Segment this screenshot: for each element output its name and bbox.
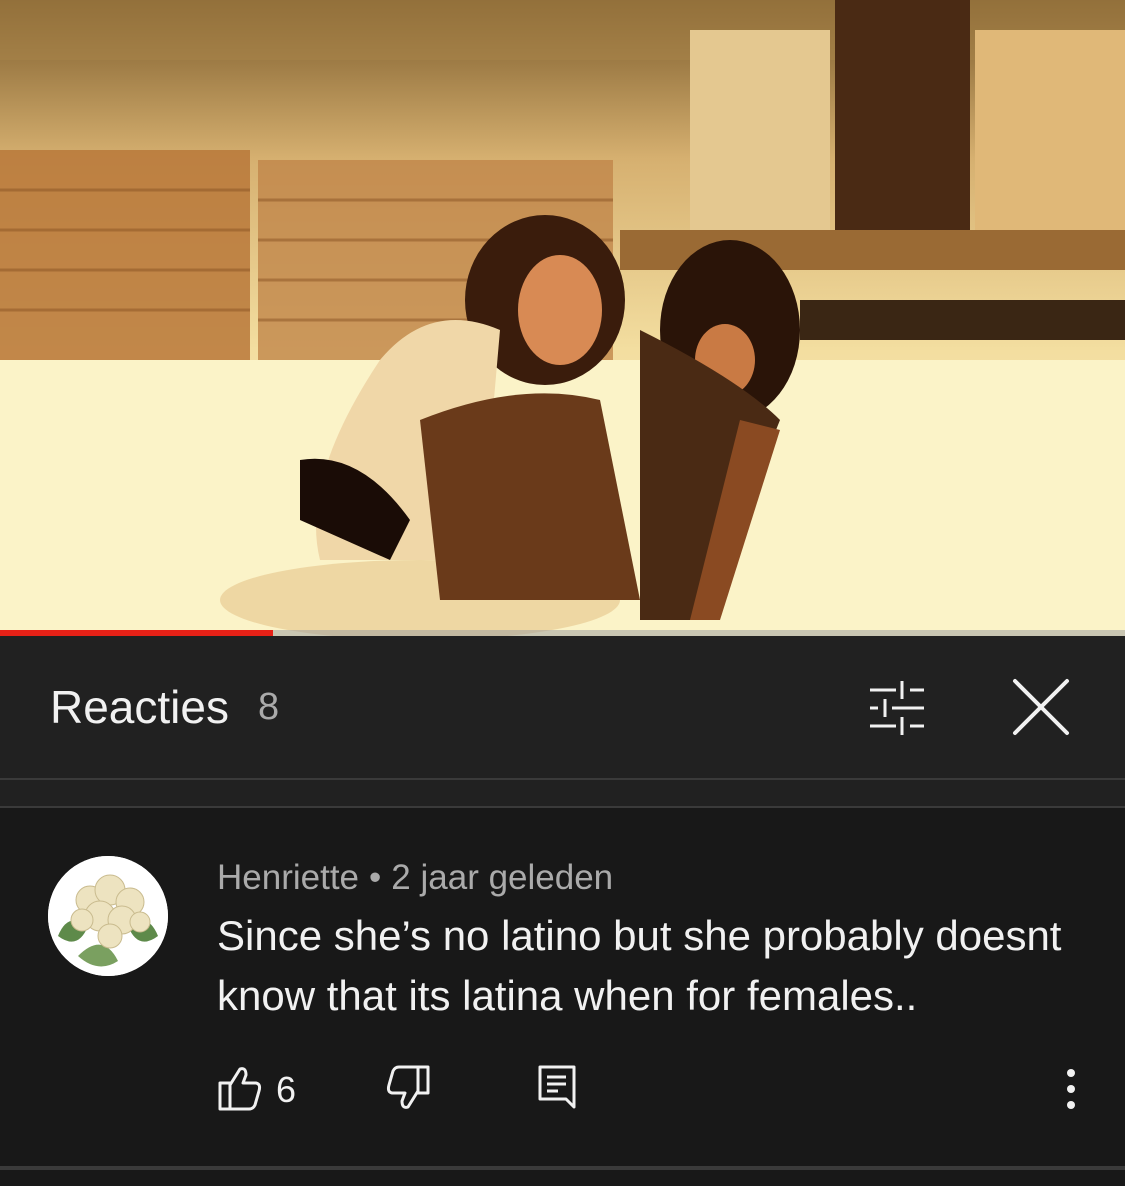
more-options-button[interactable] xyxy=(1056,1065,1086,1115)
video-frame xyxy=(0,0,1125,636)
close-icon xyxy=(1013,679,1069,735)
reply-button[interactable] xyxy=(536,1063,580,1113)
cauliflower-avatar xyxy=(48,856,168,976)
comment-meta: Henriette • 2 jaar geleden xyxy=(217,858,613,898)
more-vert-icon xyxy=(1067,1069,1075,1109)
like-button[interactable] xyxy=(216,1063,264,1113)
comments-count: 8 xyxy=(258,686,280,728)
comment-actions: 6 xyxy=(0,1063,1125,1123)
comments-title: Reacties xyxy=(50,681,229,733)
comment-item: Henriette • 2 jaar geleden Since she’s no … xyxy=(0,808,1125,1166)
like-count: 6 xyxy=(276,1069,297,1110)
thumbs-up-icon xyxy=(218,1067,262,1111)
dislike-button[interactable] xyxy=(384,1063,432,1113)
comments-header: Reacties 8 xyxy=(0,636,1125,780)
thumbs-down-icon xyxy=(386,1065,430,1109)
reply-icon xyxy=(538,1065,576,1109)
meta-separator: • xyxy=(369,858,382,897)
filter-button[interactable] xyxy=(858,676,936,740)
sliders-icon xyxy=(870,681,924,735)
comment-time[interactable]: 2 jaar geleden xyxy=(391,858,613,897)
next-comment-stub xyxy=(0,1170,1125,1186)
comment-author[interactable]: Henriette xyxy=(217,858,359,897)
avatar[interactable] xyxy=(48,856,168,976)
section-divider xyxy=(0,780,1125,808)
comment-text: Since she’s no latino but she probably d… xyxy=(217,912,1062,1019)
comments-panel: Reacties 8 Henriette • 2 jaar geleden Si… xyxy=(0,636,1125,1186)
close-button[interactable] xyxy=(1002,672,1080,744)
video-player[interactable] xyxy=(0,0,1125,636)
